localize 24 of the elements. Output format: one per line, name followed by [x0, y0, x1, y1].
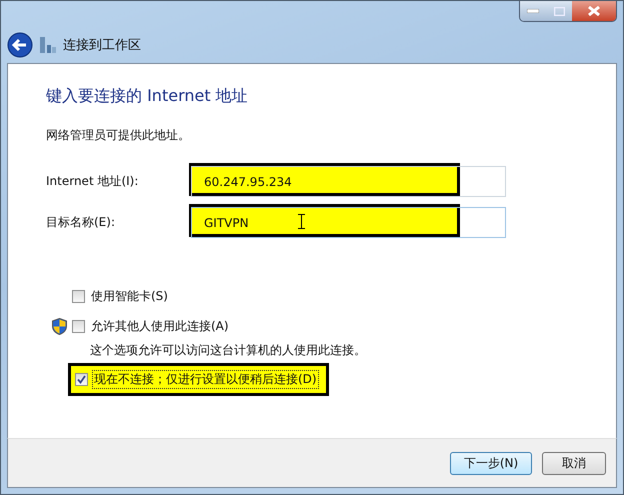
- maximize-icon: [554, 6, 564, 16]
- window-title: 连接到工作区: [63, 37, 141, 54]
- field-label: Internet 地址(I):: [46, 173, 140, 190]
- input-field[interactable]: 60.247.95.234: [191, 166, 506, 197]
- checkbox[interactable]: [72, 290, 85, 302]
- checkbox[interactable]: [72, 320, 85, 332]
- network-icon: [39, 36, 57, 54]
- page-heading: 键入要连接的 Internet 地址: [46, 86, 249, 107]
- minimize-button[interactable]: [520, 1, 546, 21]
- checkbox[interactable]: [75, 372, 88, 386]
- close-button[interactable]: [572, 1, 616, 21]
- checkbox-label: 使用智能卡(S): [90, 288, 169, 304]
- option-description: 这个选项允许可以访问这台计算机的人使用此连接。: [90, 342, 367, 359]
- close-icon: [588, 6, 600, 16]
- field-label: 目标名称(E):: [46, 214, 116, 231]
- minimize-icon: [527, 9, 539, 13]
- cancel-button[interactable]: 取消: [542, 452, 606, 474]
- back-button[interactable]: [7, 32, 33, 58]
- checkbox-label: 允许其他人使用此连接(A): [90, 318, 230, 334]
- instruction-text: 网络管理员可提供此地址。: [46, 127, 191, 144]
- checkbox-label: 现在不连接；仅进行设置以便稍后连接(D): [93, 370, 318, 388]
- maximize-button[interactable]: [546, 1, 572, 21]
- next-button[interactable]: 下一步(N): [450, 452, 532, 474]
- input-field[interactable]: GITVPN: [191, 207, 506, 238]
